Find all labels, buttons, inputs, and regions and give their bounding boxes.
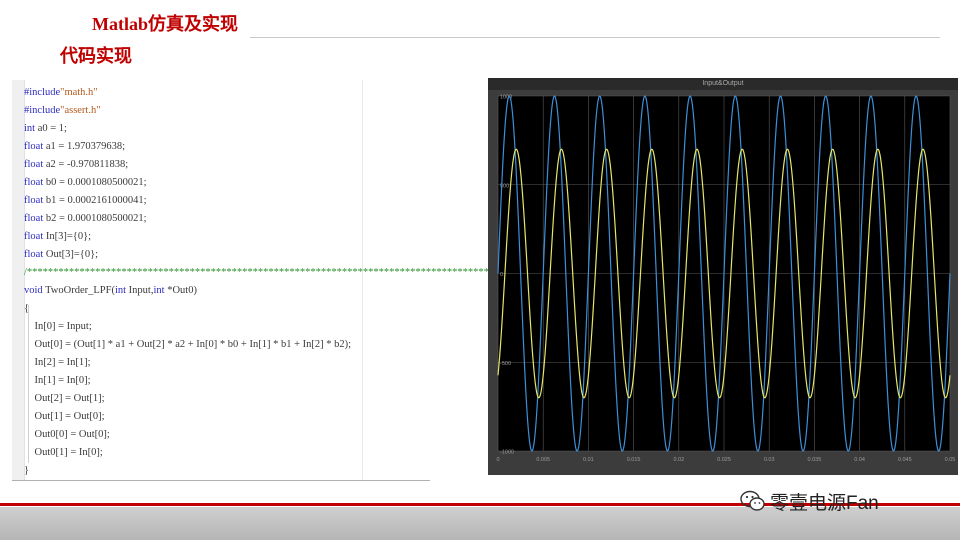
scope-window[interactable]: Input&Output 1000 500 0 -500 -1000 0 0.005 0.0…	[488, 78, 958, 475]
x-tick-label: 0.02	[673, 457, 684, 463]
code-line: void TwoOrder_LPF(int Input,int *Out0)	[24, 285, 197, 296]
x-tick-label: 0.005	[536, 457, 550, 463]
code-line: #include"math.h"	[24, 87, 98, 98]
code-line: float b1 = 0.0002161000041;	[24, 195, 147, 206]
code-line: Out[1] = Out[0];	[24, 411, 105, 422]
code-line: float b0 = 0.0001080500021;	[24, 177, 147, 188]
code-line: float In[3]={0};	[24, 231, 92, 242]
code-line: float a2 = -0.970811838;	[24, 159, 129, 170]
wechat-icon	[740, 490, 765, 511]
code-line: /***************************************…	[24, 267, 492, 278]
code-line: float a1 = 1.970379638;	[24, 141, 125, 152]
slide-subtitle: 代码实现	[60, 46, 132, 66]
x-tick-label: 0.01	[583, 457, 594, 463]
code-line: float b2 = 0.0001080500021;	[24, 213, 147, 224]
scope-title: Input&Output	[488, 78, 958, 90]
code-line: float Out[3]={0};	[24, 249, 99, 260]
y-tick-label: -1000	[500, 450, 514, 456]
code-line: }	[24, 465, 30, 476]
x-tick-label: 0.015	[627, 457, 641, 463]
x-tick-label: 0	[496, 457, 499, 463]
code-line: int a0 = 1;	[24, 123, 67, 134]
scope-plot: 10005000-500-1000 0 0.005 0.01 0.015 0.02 0.0…	[496, 95, 956, 464]
title-divider	[250, 37, 940, 38]
x-tick-label: 0.04	[854, 457, 865, 463]
code-line: #include"assert.h"	[24, 105, 101, 116]
watermark: 零壹电源Fan	[740, 486, 950, 516]
code-line: Out[2] = Out[1];	[24, 393, 105, 404]
code-line: Out0[0] = Out[0];	[24, 429, 110, 440]
slide-title: Matlab仿真及实现	[92, 14, 238, 34]
code-editor-panel[interactable]: #include"math.h" #include"assert.h" int a0…	[12, 80, 492, 481]
code-line: In[0] = Input;	[24, 321, 92, 332]
code-line: Out0[1] = In[0];	[24, 447, 103, 458]
code-line: Out[0] = (Out[1] * a1 + Out[2] * a2 + In…	[24, 339, 352, 350]
y-tick-label: -500	[500, 361, 511, 367]
x-tick-label: 0.03	[764, 457, 775, 463]
x-tick-label: 0.045	[898, 457, 912, 463]
x-tick-label: 0.025	[717, 457, 731, 463]
y-tick-label: 0	[500, 272, 503, 278]
watermark-text: 零壹电源Fan	[770, 493, 879, 514]
code-line: In[1] = In[0];	[24, 375, 91, 386]
x-tick-label: 0.035	[808, 457, 822, 463]
code-line: In[2] = In[1];	[24, 357, 91, 368]
x-tick-label: 0.05	[945, 457, 956, 463]
code-line: {	[24, 303, 30, 314]
